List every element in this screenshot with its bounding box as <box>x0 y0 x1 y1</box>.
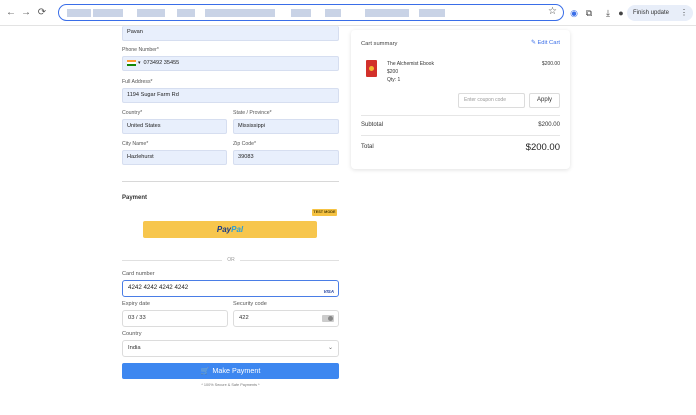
coupon-input[interactable]: Enter coupon code <box>458 93 525 108</box>
payment-title: Payment <box>122 195 148 201</box>
redacted-url <box>137 9 165 17</box>
book-thumbnail <box>366 60 377 77</box>
payment-country-value: India <box>128 345 141 351</box>
cvc-card-icon <box>322 315 334 322</box>
make-payment-button[interactable]: 🛒 Make Payment <box>122 363 339 379</box>
finish-update-label: Finish update <box>633 10 670 16</box>
forward-icon[interactable]: → <box>19 6 33 20</box>
back-icon[interactable]: ← <box>4 6 18 20</box>
total-label: Total <box>361 144 374 150</box>
phone-field[interactable]: ▾ 073492 35455 <box>122 56 339 71</box>
subtotal-label: Subtotal <box>361 122 384 128</box>
make-payment-label: Make Payment <box>212 366 261 375</box>
item-unit-price: $200 <box>387 69 399 75</box>
cart-summary-card: Cart summary ✎ Edit Cart The Alchemist E… <box>351 30 570 169</box>
paypal-button[interactable]: PayPal <box>143 221 317 238</box>
address-bar[interactable]: ☆ <box>58 4 564 21</box>
chevron-down-icon: ⌄ <box>327 345 333 351</box>
address-field[interactable]: 1194 Sugar Farm Rd <box>122 88 339 103</box>
paypal-logo-part1: Pay <box>216 225 232 234</box>
secure-payment-note: * 100% Secure & Safe Payments * <box>201 383 260 387</box>
redacted-url <box>93 9 123 17</box>
phone-label: Phone Number* <box>122 47 159 53</box>
item-quantity: Qty: 1 <box>387 77 401 83</box>
total-value: $200.00 <box>525 142 560 153</box>
card-number-input[interactable]: 4242 4242 4242 4242 VISA <box>122 280 339 297</box>
apply-coupon-button[interactable]: Apply <box>529 93 560 108</box>
name-field[interactable]: Pavan <box>122 26 339 41</box>
redacted-url <box>177 9 195 17</box>
security-code-value: 422 <box>239 315 249 321</box>
reload-icon[interactable]: ⟳ <box>35 6 49 20</box>
download-icon[interactable]: ⤓ <box>602 7 614 19</box>
subtotal-value: $200.00 <box>538 122 560 128</box>
cart-divider <box>361 115 560 116</box>
country-field[interactable]: United States <box>122 119 227 134</box>
finish-update-button[interactable]: Finish update ⋮ <box>627 5 693 21</box>
card-number-label: Card number <box>122 271 155 277</box>
section-divider <box>122 181 339 182</box>
phone-value: 073492 35455 <box>143 60 180 66</box>
zip-field[interactable]: 39083 <box>233 150 339 165</box>
or-divider-right <box>240 260 339 261</box>
test-mode-badge: TEST MODE <box>312 209 337 216</box>
country-label: Country* <box>122 110 143 116</box>
redacted-url <box>325 9 341 17</box>
redacted-url <box>419 9 445 17</box>
security-code-input[interactable]: 422 <box>233 310 339 327</box>
payment-country-label: Country <box>122 331 142 337</box>
state-label: State / Province* <box>233 110 272 116</box>
address-label: Full Address* <box>122 79 153 85</box>
visa-card-icon: VISA <box>323 289 334 294</box>
item-price: $200.00 <box>541 61 560 67</box>
edit-cart-label: Edit Cart <box>537 40 560 46</box>
edit-cart-link[interactable]: ✎ Edit Cart <box>531 40 560 46</box>
extensions-puzzle-icon[interactable]: ⧉ <box>583 7 595 19</box>
cart-summary-title: Cart summary <box>361 41 398 47</box>
extension-icon[interactable]: ◉ <box>568 7 580 19</box>
india-flag-icon[interactable] <box>127 59 136 66</box>
redacted-url <box>291 9 311 17</box>
redacted-url <box>67 9 91 17</box>
cart-divider <box>361 135 560 136</box>
paypal-logo-part2: Pal <box>231 225 244 234</box>
state-field[interactable]: Mississippi <box>233 119 339 134</box>
menu-dots-icon[interactable]: ⋮ <box>680 5 688 21</box>
item-name: The Alchemist Ebook <box>387 61 434 67</box>
card-number-value: 4242 4242 4242 4242 <box>128 284 189 291</box>
browser-toolbar: ← → ⟳ ☆ ◉ ⧉ ⤓ ● Finish update ⋮ <box>0 0 696 26</box>
expiry-label: Expiry date <box>122 301 150 307</box>
payment-country-select[interactable]: India ⌄ <box>122 340 339 357</box>
security-code-label: Security code <box>233 301 267 307</box>
phone-code-dropdown[interactable]: ▾ <box>138 60 141 66</box>
or-text: OR <box>227 257 235 263</box>
redacted-url <box>205 9 275 17</box>
cart-icon: 🛒 <box>200 368 210 375</box>
zip-label: Zip Code* <box>233 141 257 147</box>
bookmark-star-icon[interactable]: ☆ <box>548 6 557 17</box>
expiry-input[interactable]: 03 / 33 <box>122 310 228 327</box>
redacted-url <box>365 9 409 17</box>
city-label: City Name* <box>122 141 149 147</box>
profile-avatar-icon[interactable]: ● <box>615 7 627 19</box>
city-field[interactable]: Hazlehurst <box>122 150 227 165</box>
or-divider-left <box>122 260 222 261</box>
